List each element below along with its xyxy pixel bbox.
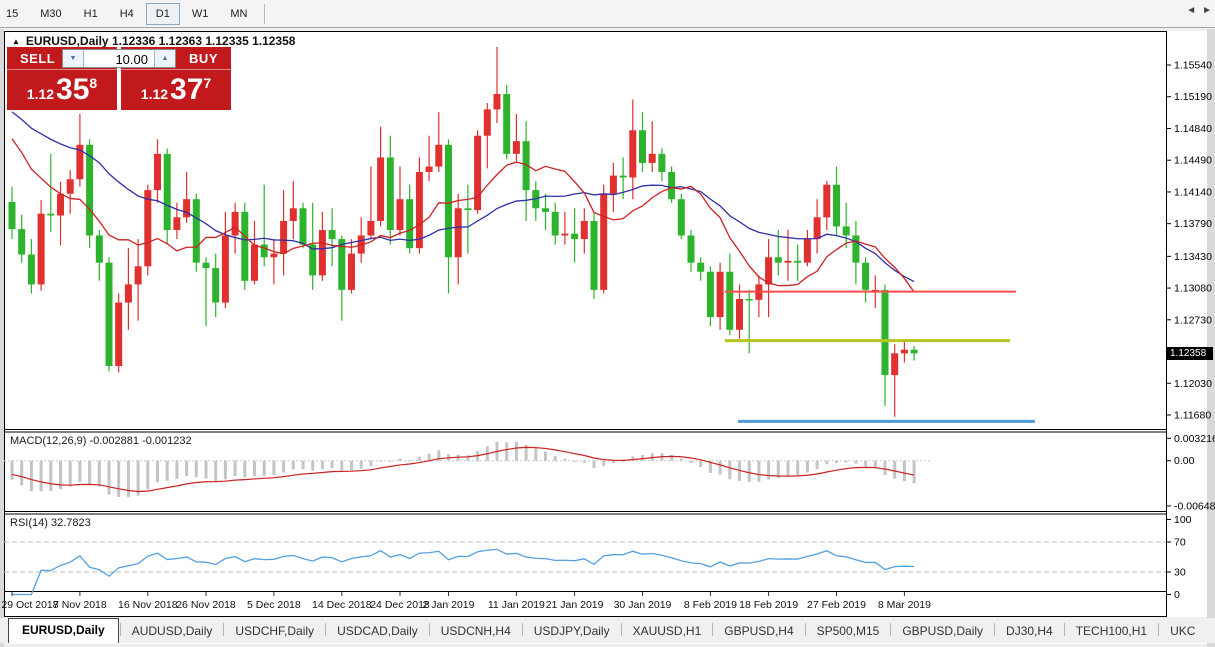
svg-text:1.13790: 1.13790 [1174,218,1212,230]
svg-text:14 Dec 2018: 14 Dec 2018 [312,599,372,611]
buy-label: BUY [189,51,218,66]
svg-text:27 Feb 2019: 27 Feb 2019 [807,599,866,611]
svg-text:11 Jan 2019: 11 Jan 2019 [488,599,545,611]
svg-text:70: 70 [1174,537,1186,549]
svg-text:100: 100 [1174,514,1192,526]
tab-usdcnh-h4[interactable]: USDCNH,H4 [431,620,521,643]
collapse-icon[interactable]: ▲ [12,37,20,46]
tab-separator [994,623,995,636]
svg-text:26 Nov 2018: 26 Nov 2018 [176,599,236,611]
svg-text:18 Feb 2019: 18 Feb 2019 [739,599,798,611]
svg-text:0.00: 0.00 [1174,455,1195,467]
svg-text:8 Feb 2019: 8 Feb 2019 [684,599,737,611]
svg-text:2 Jan 2019: 2 Jan 2019 [423,599,475,611]
rsi-indicator-label: RSI(14) 32.7823 [10,517,91,529]
chart-title-text: EURUSD,Daily 1.12336 1.12363 1.12335 1.1… [26,34,296,48]
svg-text:30 Jan 2019: 30 Jan 2019 [614,599,672,611]
svg-text:1.11680: 1.11680 [1174,410,1211,422]
tab-separator [805,623,806,636]
tab-separator [621,623,622,636]
svg-text:8 Mar 2019: 8 Mar 2019 [878,599,931,611]
volume-increase-button[interactable]: ▲ [154,50,175,67]
svg-text:7 Nov 2018: 7 Nov 2018 [53,599,107,611]
svg-text:0: 0 [1174,589,1180,601]
tab-dj30-h4[interactable]: DJ30,H4 [996,620,1063,643]
tab-ukc[interactable]: UKC [1160,620,1205,643]
tab-separator [429,623,430,636]
current-price-tag: 1.12358 [1167,347,1213,360]
tab-separator [1064,623,1065,636]
svg-text:16 Nov 2018: 16 Nov 2018 [118,599,178,611]
svg-text:-0.006485: -0.006485 [1174,500,1215,512]
macd-indicator-label: MACD(12,26,9) -0.002881 -0.001232 [10,435,192,447]
svg-text:24 Dec 2018: 24 Dec 2018 [370,599,430,611]
tab-gbpusd-h4[interactable]: GBPUSD,H4 [714,620,803,643]
svg-text:1.15190: 1.15190 [1174,91,1212,103]
tab-separator [522,623,523,636]
tab-audusd-daily[interactable]: AUDUSD,Daily [122,620,223,643]
svg-text:5 Dec 2018: 5 Dec 2018 [247,599,301,611]
svg-text:1.14140: 1.14140 [1174,186,1212,198]
tab-xauusd-h1[interactable]: XAUUSD,H1 [623,620,712,643]
buy-price: 1.12 37 7 [121,70,231,109]
tab-separator [890,623,891,636]
tab-gbpusd-daily[interactable]: GBPUSD,Daily [892,620,993,643]
volume-spinner: ▼ 10.00 ▲ [62,49,176,68]
tab-separator [712,623,713,636]
svg-text:1.12730: 1.12730 [1174,314,1212,326]
tab-separator [120,623,121,636]
svg-text:29 Oct 2018: 29 Oct 2018 [1,599,58,611]
svg-text:1.12030: 1.12030 [1174,378,1212,390]
tab-usdcad-daily[interactable]: USDCAD,Daily [327,620,428,643]
tab-usdchf-daily[interactable]: USDCHF,Daily [225,620,324,643]
svg-text:30: 30 [1174,567,1186,579]
tab-eurusd-daily[interactable]: EURUSD,Daily [8,618,119,643]
svg-text:1.14840: 1.14840 [1174,123,1212,135]
svg-text:0.003216: 0.003216 [1174,433,1215,445]
tab-tech100-h1[interactable]: TECH100,H1 [1066,620,1157,643]
svg-text:1.13080: 1.13080 [1174,283,1212,295]
tab-separator [1158,623,1159,636]
volume-value[interactable]: 10.00 [84,50,154,67]
tab-sp500-m15[interactable]: SP500,M15 [807,620,890,643]
chart-title: ▲ EURUSD,Daily 1.12336 1.12363 1.12335 1… [12,34,295,48]
svg-text:1.15540: 1.15540 [1174,60,1212,72]
svg-text:21 Jan 2019: 21 Jan 2019 [546,599,604,611]
tab-separator [223,623,224,636]
volume-decrease-button[interactable]: ▼ [63,50,84,67]
sell-price: 1.12 35 8 [7,70,117,109]
tab-usdjpy-daily[interactable]: USDJPY,Daily [524,620,620,643]
symbol-tab-bar: EURUSD,DailyAUDUSD,DailyUSDCHF,DailyUSDC… [0,618,1215,643]
sell-label: SELL [20,51,55,66]
one-click-trade-panel: SELL 1.12 35 8 BUY 1.12 37 7 ▼ 10.00 ▲ [7,47,231,110]
svg-text:1.14490: 1.14490 [1174,155,1212,167]
tab-separator [325,623,326,636]
svg-text:1.13430: 1.13430 [1174,251,1212,263]
